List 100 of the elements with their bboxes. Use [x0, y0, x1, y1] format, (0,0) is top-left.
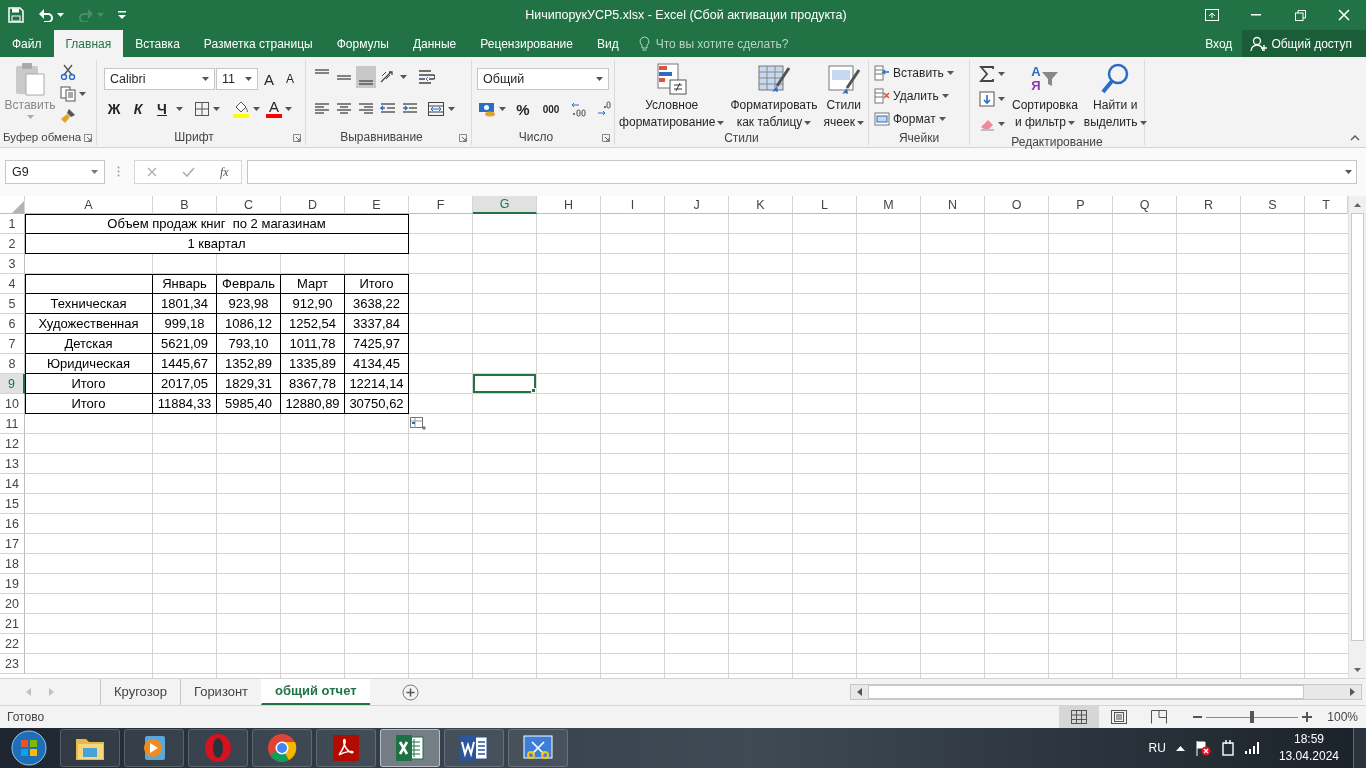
grid-icon: [1071, 710, 1087, 724]
autosum-button[interactable]: [978, 63, 1006, 85]
slider-thumb[interactable]: [1250, 711, 1254, 723]
page-break-icon: [1151, 710, 1167, 724]
horizontal-scrollbar[interactable]: [850, 684, 1362, 700]
column-header[interactable]: T: [1305, 196, 1348, 214]
grow-font-button[interactable]: A: [259, 68, 279, 90]
group-label: Число: [517, 128, 555, 145]
sheet-tab[interactable]: Кругозор: [100, 678, 180, 705]
sort-filter-button[interactable]: А Я Сортировка и фильтр: [1012, 60, 1078, 135]
caret-icon: [1139, 120, 1147, 125]
font-name-field[interactable]: Calibri: [104, 68, 215, 90]
caret-icon: [245, 77, 252, 81]
caret-icon: [400, 75, 407, 79]
minimize-icon: [1251, 14, 1261, 16]
table-cell: Февраль: [217, 274, 281, 294]
row-header[interactable]: 9: [0, 374, 25, 394]
shrink-font-button[interactable]: A: [280, 68, 300, 90]
start-button[interactable]: [8, 728, 50, 768]
table-cell: Художественная: [25, 314, 153, 334]
table-cell: Январь: [153, 274, 217, 294]
fill-button[interactable]: [978, 88, 1006, 110]
chevron-up-icon: [1350, 135, 1360, 141]
plus-icon: [1302, 712, 1312, 722]
clock[interactable]: 18:59 13.04.2024: [1278, 731, 1339, 765]
insert-function-button[interactable]: fx: [219, 164, 229, 180]
find-select-button[interactable]: Найти и выделить: [1083, 60, 1147, 135]
ribbon-tab[interactable]: Рецензирование: [468, 30, 585, 57]
view-button[interactable]: [1059, 706, 1099, 728]
caret-up-icon: [1354, 202, 1361, 207]
italic-button[interactable]: К: [128, 98, 148, 120]
tell-me-field[interactable]: Что вы хотите сделать?: [638, 30, 789, 57]
cells-button[interactable]: Формат: [873, 108, 955, 130]
cells-button[interactable]: Вставить: [873, 62, 955, 84]
taskbar-button[interactable]: [508, 729, 568, 767]
taskbar-button[interactable]: [124, 729, 184, 767]
clipboard-icon: [14, 62, 46, 96]
language-indicator[interactable]: RU: [1148, 741, 1166, 755]
sheet-tab[interactable]: общий отчет: [261, 678, 370, 705]
insert-cells-icon: [874, 65, 890, 81]
quick-analysis-button[interactable]: [410, 417, 426, 431]
taskbar-button[interactable]: [252, 729, 312, 767]
ribbon-tab[interactable]: Главная: [53, 30, 124, 57]
font-size-field[interactable]: 11: [216, 68, 258, 90]
show-hidden-icons-button[interactable]: [1175, 745, 1185, 751]
table-cell: Итого: [25, 374, 153, 394]
collapse-ribbon-button[interactable]: [1350, 135, 1360, 141]
styles-button[interactable]: Условное форматирование: [619, 60, 725, 130]
caret-icon: [1345, 170, 1352, 174]
scissors-icon: [523, 734, 553, 762]
dialog-launcher-icon: [602, 134, 610, 142]
active-cell[interactable]: [473, 374, 537, 394]
zoom-out-button[interactable]: [1193, 715, 1202, 719]
scrollbar-thumb[interactable]: [868, 685, 1304, 699]
chevron-right-icon: [1350, 688, 1355, 696]
caret-icon: [946, 71, 954, 75]
number-format-field[interactable]: Общий: [477, 68, 609, 90]
ribbon-tab[interactable]: Файл: [0, 30, 54, 57]
ribbon-tab[interactable]: Вид: [584, 30, 631, 57]
delete-cells-icon: [874, 88, 890, 104]
taskbar-button[interactable]: [380, 729, 440, 767]
table-cell: 12214,14: [345, 374, 409, 394]
thousands-button[interactable]: 000: [539, 98, 563, 120]
align-bottom-button[interactable]: [356, 66, 376, 88]
table-cell: Детская: [25, 334, 153, 354]
taskbar-button[interactable]: [444, 729, 504, 767]
cells-button[interactable]: Удалить: [873, 85, 955, 107]
dialog-launcher-icon: [459, 134, 467, 142]
share-button[interactable]: Общий доступ: [1242, 30, 1366, 57]
bold-button[interactable]: Ж: [104, 98, 124, 120]
name-box[interactable]: G9: [5, 160, 105, 184]
ribbon-tab[interactable]: Вставка: [123, 30, 192, 57]
table-cell: 1252,54: [281, 314, 345, 334]
scrollbar-thumb[interactable]: [1351, 213, 1364, 641]
copy-button[interactable]: [60, 86, 86, 102]
ribbon-tab[interactable]: Разметка страницы: [191, 30, 325, 57]
new-sheet-button[interactable]: [401, 683, 419, 701]
taskbar-button[interactable]: [60, 729, 120, 767]
styles-button[interactable]: Форматировать как таблицу: [730, 60, 818, 130]
brush-icon: [60, 108, 76, 124]
font-color-button[interactable]: A: [265, 98, 293, 120]
caret-icon: [448, 107, 455, 111]
taskbar-button[interactable]: [316, 729, 376, 767]
page-icon: [1111, 710, 1127, 724]
underline-button[interactable]: Ч: [152, 98, 172, 120]
column-header[interactable]: G: [473, 196, 537, 214]
ribbon-tab[interactable]: Данные: [400, 30, 469, 57]
styles-button[interactable]: Стили ячеек: [823, 60, 864, 130]
table-cell: 912,90: [281, 294, 345, 314]
flag-icon: [1194, 740, 1211, 756]
sign-in-link[interactable]: Вход: [1195, 30, 1243, 57]
restore-icon: [1294, 9, 1306, 21]
formula-field[interactable]: [247, 160, 1357, 184]
percent-button[interactable]: %: [513, 98, 533, 120]
table-cell: Юридическая: [25, 354, 153, 374]
zoom-in-button[interactable]: [1302, 712, 1312, 722]
align-middle-icon: [337, 74, 351, 80]
caret-icon: [91, 170, 98, 174]
ribbon-tab[interactable]: Формулы: [324, 30, 401, 57]
lightbulb-icon: [638, 35, 650, 52]
